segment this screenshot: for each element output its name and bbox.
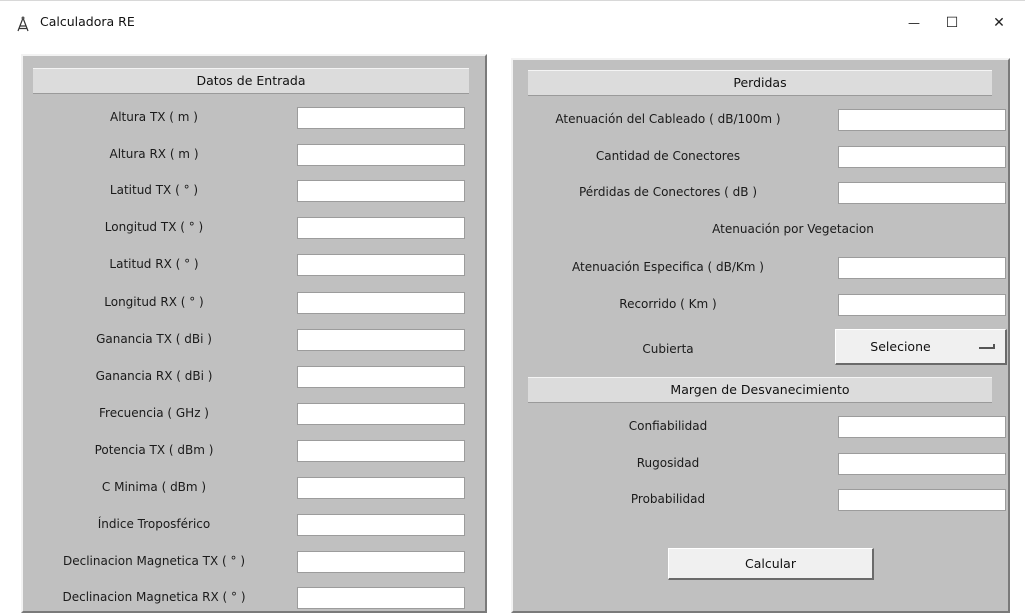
close-icon: ✕ bbox=[993, 15, 1005, 31]
ganancia-tx-label: Ganancia TX ( dBi ) bbox=[96, 332, 212, 346]
potencia-tx-label: Potencia TX ( dBm ) bbox=[94, 443, 214, 457]
potencia-tx-input[interactable] bbox=[297, 440, 465, 462]
cubierta-label: Cubierta bbox=[642, 342, 694, 356]
altura-rx-input[interactable] bbox=[297, 144, 465, 166]
cantidad-conectores-input[interactable] bbox=[838, 146, 1006, 168]
probabilidad-input[interactable] bbox=[838, 489, 1006, 511]
window-title: Calculadora RE bbox=[40, 14, 135, 29]
declinacion-rx-label: Declinacion Magnetica RX ( ° ) bbox=[62, 590, 246, 604]
input-data-header: Datos de Entrada bbox=[33, 68, 469, 94]
maximize-icon: ☐ bbox=[945, 15, 959, 31]
close-button[interactable]: ✕ bbox=[985, 11, 1013, 35]
maximize-button[interactable]: ☐ bbox=[938, 11, 966, 35]
longitud-tx-input[interactable] bbox=[297, 217, 465, 239]
confiabilidad-input[interactable] bbox=[838, 416, 1006, 438]
indice-troposferico-label: Índice Troposférico bbox=[97, 517, 211, 531]
atenuacion-cableado-label: Atenuación del Cableado ( dB/100m ) bbox=[555, 112, 781, 126]
latitud-tx-label: Latitud TX ( ° ) bbox=[109, 183, 199, 197]
longitud-rx-input[interactable] bbox=[297, 292, 465, 314]
client-area: Datos de Entrada Altura TX ( m ) Altura … bbox=[21, 54, 1010, 613]
calcular-button-label: Calcular bbox=[745, 556, 796, 571]
confiabilidad-label: Confiabilidad bbox=[628, 419, 708, 433]
minimize-button[interactable]: — bbox=[900, 11, 928, 35]
ganancia-rx-input[interactable] bbox=[297, 366, 465, 388]
minimize-icon: — bbox=[908, 16, 920, 30]
input-data-panel: Datos de Entrada Altura TX ( m ) Altura … bbox=[21, 54, 487, 613]
frecuencia-input[interactable] bbox=[297, 403, 465, 425]
recorrido-label: Recorrido ( Km ) bbox=[619, 297, 717, 311]
frecuencia-label: Frecuencia ( GHz ) bbox=[99, 406, 209, 420]
losses-panel: Perdidas Atenuación del Cableado ( dB/10… bbox=[511, 58, 1010, 613]
c-minima-label: C Minima ( dBm ) bbox=[101, 480, 207, 494]
atenuacion-especifica-input[interactable] bbox=[838, 257, 1006, 279]
perdidas-conectores-label: Pérdidas de Conectores ( dB ) bbox=[578, 185, 758, 199]
atenuacion-especifica-label: Atenuación Especifica ( dB/Km ) bbox=[572, 260, 764, 274]
antenna-tower-icon bbox=[17, 16, 29, 32]
cantidad-conectores-label: Cantidad de Conectores bbox=[595, 149, 741, 163]
atenuacion-cableado-input[interactable] bbox=[838, 109, 1006, 131]
fade-margin-header: Margen de Desvanecimiento bbox=[528, 377, 992, 403]
altura-tx-input[interactable] bbox=[297, 107, 465, 129]
ganancia-tx-input[interactable] bbox=[297, 329, 465, 351]
cubierta-select-value: Selecione bbox=[870, 339, 931, 354]
calcular-button[interactable]: Calcular bbox=[668, 548, 874, 580]
latitud-rx-input[interactable] bbox=[297, 254, 465, 276]
probabilidad-label: Probabilidad bbox=[630, 492, 706, 506]
title-bar: Calculadora RE — ☐ ✕ bbox=[0, 0, 1025, 45]
latitud-rx-label: Latitud RX ( ° ) bbox=[109, 257, 199, 271]
indice-troposferico-input[interactable] bbox=[297, 514, 465, 536]
declinacion-tx-input[interactable] bbox=[297, 551, 465, 573]
option-menu-indicator-icon bbox=[979, 344, 995, 349]
altura-tx-label: Altura TX ( m ) bbox=[109, 110, 198, 124]
rugosidad-label: Rugosidad bbox=[636, 456, 700, 470]
losses-header: Perdidas bbox=[528, 70, 992, 96]
altura-rx-label: Altura RX ( m ) bbox=[109, 147, 199, 161]
declinacion-rx-input[interactable] bbox=[297, 587, 465, 609]
longitud-tx-label: Longitud TX ( ° ) bbox=[104, 220, 204, 234]
cubierta-select[interactable]: Selecione bbox=[835, 329, 1007, 365]
longitud-rx-label: Longitud RX ( ° ) bbox=[104, 295, 204, 309]
latitud-tx-input[interactable] bbox=[297, 180, 465, 202]
c-minima-input[interactable] bbox=[297, 477, 465, 499]
vegetation-heading: Atenuación por Vegetacion bbox=[712, 222, 874, 236]
perdidas-conectores-input[interactable] bbox=[838, 182, 1006, 204]
declinacion-tx-label: Declinacion Magnetica TX ( ° ) bbox=[62, 554, 245, 568]
recorrido-input[interactable] bbox=[838, 294, 1006, 316]
ganancia-rx-label: Ganancia RX ( dBi ) bbox=[95, 369, 213, 383]
rugosidad-input[interactable] bbox=[838, 453, 1006, 475]
